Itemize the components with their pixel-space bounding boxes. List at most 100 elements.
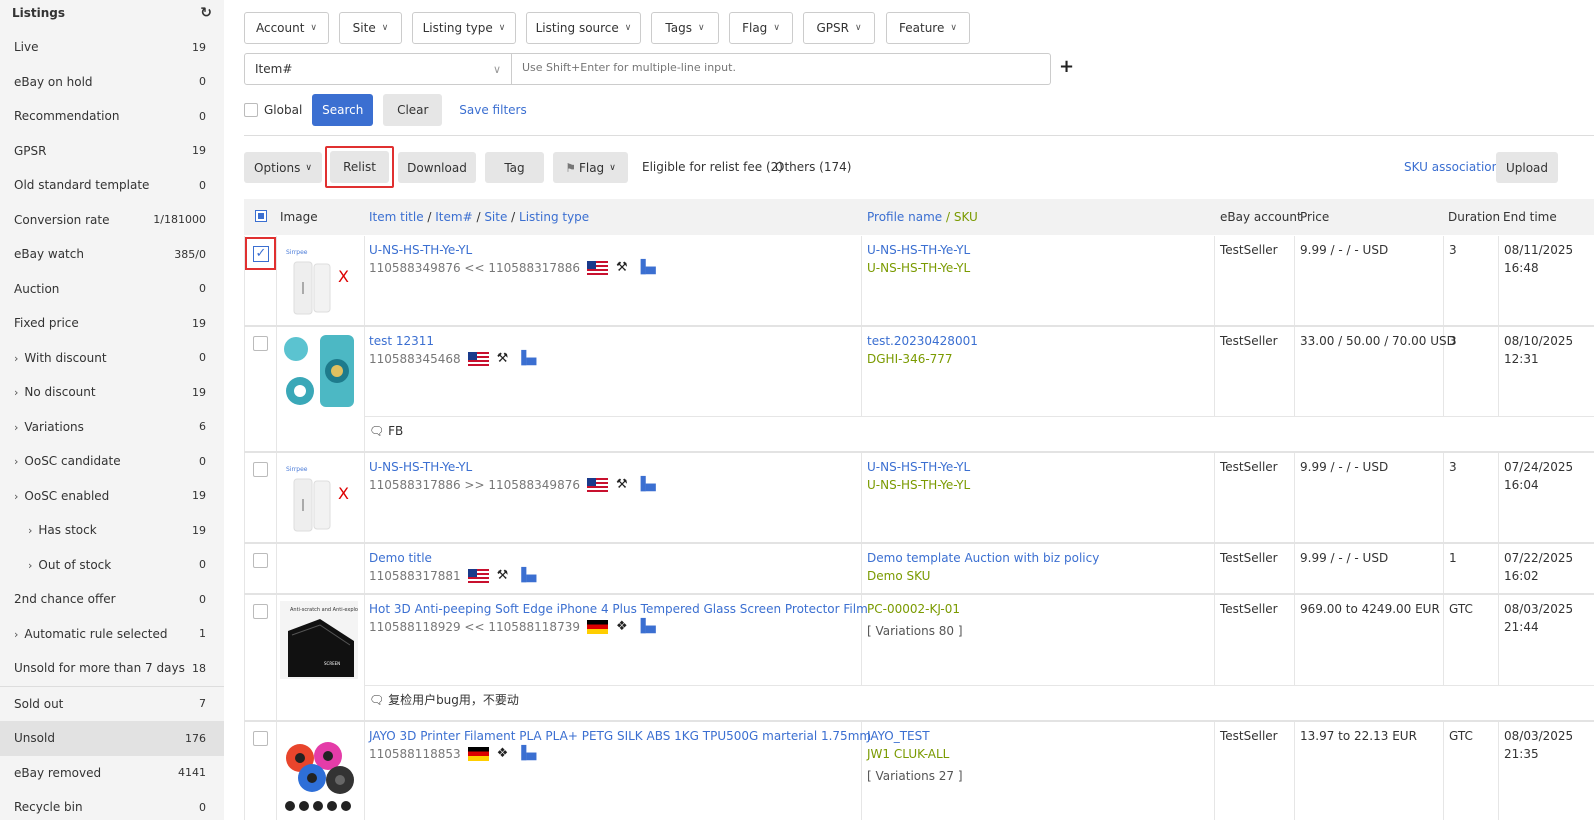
bar-chart-icon[interactable]: ▐▄	[636, 476, 656, 494]
bar-chart-icon[interactable]: ▐▄	[636, 259, 656, 277]
sidebar-item-conversion-rate[interactable]: Conversion rate 1/181000	[0, 203, 224, 238]
sku-link[interactable]: U-NS-HS-TH-Ye-YL	[867, 259, 970, 277]
table-row[interactable]: JAYO 3D Printer Filament PLA PLA+ PETG S…	[244, 722, 1594, 820]
sidebar-item-out-of-stock[interactable]: › Out of stock 0	[0, 548, 224, 583]
upload-button[interactable]: Upload	[1496, 152, 1558, 183]
filter-account[interactable]: Account ∨	[244, 12, 329, 44]
sidebar-item-ebay-watch[interactable]: eBay watch 385/0	[0, 237, 224, 272]
sku-link[interactable]: DGHI-346-777	[867, 350, 978, 368]
filter-listing-type[interactable]: Listing type ∨	[412, 12, 516, 44]
sidebar-item-oosc-enabled[interactable]: › OoSC enabled 19	[0, 479, 224, 514]
sidebar-item-with-discount[interactable]: › With discount 0	[0, 341, 224, 376]
search-input[interactable]	[512, 53, 1051, 85]
sidebar-item-unsold-7-days[interactable]: Unsold for more than 7 days 18	[0, 651, 224, 686]
table-row[interactable]: test 12311 110588345468 ⚒ ▐▄ test.202304280…	[244, 327, 1594, 453]
table-row[interactable]: Anti-scratch and Anti-explosion SCREEN Ho…	[244, 595, 1594, 722]
options-button[interactable]: Options ∨	[244, 152, 322, 183]
item-number[interactable]: 110588317886 >> 110588349876	[369, 476, 580, 494]
sidebar-item-old-standard-template[interactable]: Old standard template 0	[0, 168, 224, 203]
item-title-link[interactable]: Demo title	[369, 549, 536, 567]
sidebar-item-oosc-candidate[interactable]: › OoSC candidate 0	[0, 444, 224, 479]
row-checkbox-checked[interactable]: ✓	[253, 246, 269, 262]
variations-link[interactable]: [ Variations 27 ]	[867, 767, 963, 785]
row-checkbox[interactable]	[253, 731, 268, 746]
profile-name-link[interactable]: U-NS-HS-TH-Ye-YL	[867, 241, 970, 259]
sidebar-item-ebay-on-hold[interactable]: eBay on hold 0	[0, 65, 224, 100]
filter-site[interactable]: Site ∨	[339, 12, 402, 44]
bar-chart-icon[interactable]: ▐▄	[516, 350, 536, 368]
header-duration[interactable]: Duration	[1448, 210, 1500, 224]
item-title-link[interactable]: U-NS-HS-TH-Ye-YL	[369, 458, 656, 476]
sku-link[interactable]: Demo SKU	[867, 567, 1099, 585]
sort-site[interactable]: Site	[484, 210, 507, 224]
header-price[interactable]: Price	[1300, 210, 1329, 224]
row-checkbox[interactable]	[253, 553, 268, 568]
item-number[interactable]: 110588345468	[369, 350, 461, 368]
sidebar-item-sold-out[interactable]: Sold out 7	[0, 687, 224, 722]
sidebar-item-recommendation[interactable]: Recommendation 0	[0, 99, 224, 134]
sidebar-item-unsold[interactable]: Unsold 176	[0, 721, 224, 756]
search-button[interactable]: Search	[312, 94, 374, 126]
sort-item-title[interactable]: Item title	[369, 210, 424, 224]
filter-tags[interactable]: Tags ∨	[651, 12, 719, 44]
select-all-checkbox[interactable]	[255, 210, 267, 222]
header-end-time[interactable]: End time	[1503, 210, 1557, 224]
sidebar-item-recycle-bin[interactable]: Recycle bin 0	[0, 790, 224, 820]
others-tab[interactable]: Others (174)	[775, 160, 851, 174]
search-field-select[interactable]: Item# ∨	[244, 53, 512, 85]
global-checkbox[interactable]	[244, 103, 258, 117]
row-checkbox[interactable]	[253, 604, 268, 619]
sort-item-no[interactable]: Item#	[435, 210, 472, 224]
sidebar-item-has-stock[interactable]: › Has stock 19	[0, 513, 224, 548]
item-title-link[interactable]: U-NS-HS-TH-Ye-YL	[369, 241, 656, 259]
profile-name-link[interactable]: JAYO_TEST	[867, 727, 963, 745]
sort-listing-type[interactable]: Listing type	[519, 210, 589, 224]
relist-button[interactable]: Relist	[330, 151, 389, 183]
filter-listing-source[interactable]: Listing source ∨	[526, 12, 641, 44]
item-number[interactable]: 110588317881	[369, 567, 461, 585]
variations-link[interactable]: [ Variations 80 ]	[867, 622, 963, 640]
sort-profile-name[interactable]: Profile name	[867, 210, 942, 224]
bar-chart-icon[interactable]: ▐▄	[516, 567, 536, 585]
bar-chart-icon[interactable]: ▐▄	[516, 745, 536, 763]
bar-chart-icon[interactable]: ▐▄	[636, 618, 656, 636]
sidebar-item-variations[interactable]: › Variations 6	[0, 410, 224, 445]
table-row[interactable]: X Sirrpee U-NS-HS-TH-Ye-YL 110588317886 >>…	[244, 453, 1594, 544]
refresh-icon[interactable]: ↻	[200, 5, 212, 21]
sidebar-item-2nd-chance-offer[interactable]: 2nd chance offer 0	[0, 582, 224, 617]
sku-link[interactable]: JW1 CLUK-ALL	[867, 745, 963, 763]
item-title-link[interactable]: JAYO 3D Printer Filament PLA PLA+ PETG S…	[369, 727, 871, 745]
sidebar-item-fixed-price[interactable]: Fixed price 19	[0, 306, 224, 341]
profile-name-link[interactable]: test.20230428001	[867, 332, 978, 350]
profile-name-link[interactable]: Demo template Auction with biz policy	[867, 549, 1099, 567]
header-ebay-account[interactable]: eBay account	[1220, 210, 1302, 224]
item-number[interactable]: 110588118929 << 110588118739	[369, 618, 580, 636]
sidebar-item-ebay-removed[interactable]: eBay removed 4141	[0, 756, 224, 791]
item-number[interactable]: 110588118853	[369, 745, 461, 763]
table-row[interactable]: ✓ X Sirrpee U-NS-HS-TH-Ye-YL 110588349876 …	[244, 236, 1594, 327]
row-checkbox[interactable]	[253, 462, 268, 477]
sidebar-item-auction[interactable]: Auction 0	[0, 272, 224, 307]
item-number[interactable]: 110588349876 << 110588317886	[369, 259, 580, 277]
flag-button[interactable]: ⚑ Flag ∨	[553, 152, 628, 183]
save-filters-link[interactable]: Save filters	[459, 103, 526, 117]
sku-link[interactable]: U-NS-HS-TH-Ye-YL	[867, 476, 970, 494]
sidebar-item-gpsr[interactable]: GPSR 19	[0, 134, 224, 169]
sku-link[interactable]: PC-00002-KJ-01	[867, 600, 963, 618]
item-title-link[interactable]: test 12311	[369, 332, 536, 350]
filter-gpsr[interactable]: GPSR ∨	[803, 12, 875, 44]
filter-feature[interactable]: Feature ∨	[886, 12, 970, 44]
row-checkbox[interactable]	[253, 336, 268, 351]
sidebar-item-no-discount[interactable]: › No discount 19	[0, 375, 224, 410]
sidebar-item-automatic-rule[interactable]: › Automatic rule selected 1	[0, 617, 224, 652]
filter-flag[interactable]: Flag ∨	[729, 12, 793, 44]
tag-button[interactable]: Tag	[485, 152, 544, 183]
clear-button[interactable]: Clear	[383, 94, 443, 126]
eligible-relist-tab[interactable]: Eligible for relist fee (2)	[642, 160, 783, 174]
download-button[interactable]: Download	[398, 152, 476, 183]
add-condition-icon[interactable]: +	[1059, 56, 1074, 77]
profile-name-link[interactable]: U-NS-HS-TH-Ye-YL	[867, 458, 970, 476]
table-row[interactable]: Demo title 110588317881 ⚒ ▐▄ Demo template …	[244, 544, 1594, 595]
sort-sku[interactable]: SKU	[954, 210, 978, 224]
sku-association-link[interactable]: SKU association	[1404, 160, 1499, 174]
